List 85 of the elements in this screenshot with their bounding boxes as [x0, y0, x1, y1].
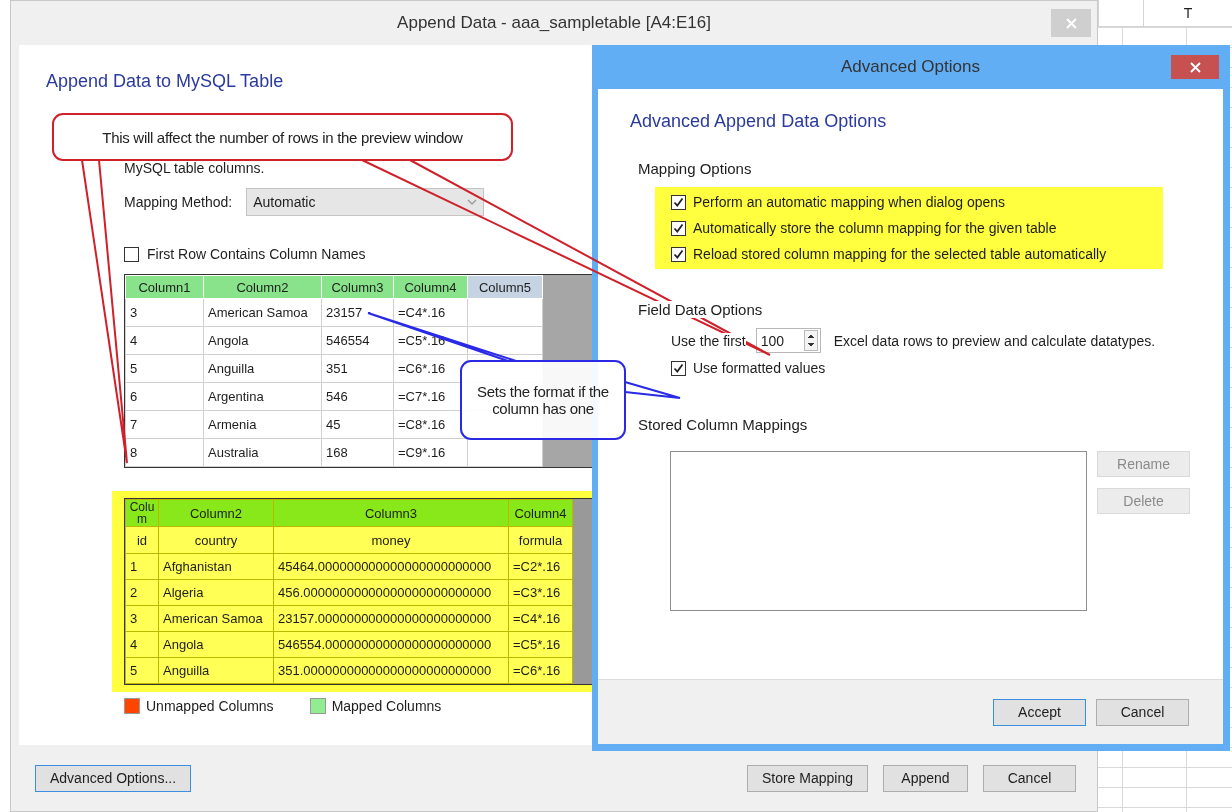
checkbox[interactable]: [671, 194, 686, 210]
table-cell: Angola: [158, 631, 274, 658]
checkbox[interactable]: [671, 360, 686, 376]
checkbox-label: Reload stored column mapping for the selected table automatically: [693, 246, 1107, 262]
spinner-arrows-icon: [803, 330, 818, 351]
column-header: formula: [508, 526, 573, 554]
table-cell: 7: [125, 410, 204, 439]
table-cell: 4: [125, 631, 159, 658]
table-cell: 546554: [321, 326, 394, 355]
number-spinner[interactable]: 100: [755, 328, 821, 353]
checkbox[interactable]: [671, 220, 686, 236]
table-cell: 45: [321, 410, 394, 439]
table-cell: 2: [125, 579, 159, 606]
field-label: Use the first: [671, 332, 746, 349]
table-cell: Afghanistan: [158, 553, 274, 580]
table-cell: Australia: [203, 438, 322, 467]
group-title: Mapping Options: [638, 160, 752, 177]
column-header: country: [158, 526, 274, 554]
callout: Sets the format if the column has one: [460, 360, 626, 440]
table-cell: American Samoa: [203, 298, 322, 327]
callout: This will affect the number of rows in the preview window: [52, 113, 513, 161]
leader-line: [624, 381, 681, 399]
dialog-button[interactable]: Cancel: [983, 764, 1076, 792]
checkbox-label: Automatically store the column mapping for the given table: [693, 220, 1057, 236]
group-title: Field Data Options: [638, 301, 763, 318]
table-cell: 5: [125, 354, 204, 383]
table-cell: 3: [125, 298, 204, 327]
field-label: Excel data rows to preview and calculate datatypes.: [833, 332, 1156, 349]
dialog-button[interactable]: Cancel: [1096, 698, 1189, 726]
table-cell: Algeria: [158, 579, 274, 606]
table-cell: 5: [125, 657, 159, 684]
table-cell: 546: [321, 382, 394, 411]
checkbox[interactable]: [124, 246, 139, 262]
close-icon: [1189, 61, 1201, 73]
table-cell: 168: [321, 438, 394, 467]
table-cell: Anguilla: [203, 354, 322, 383]
table-cell: 456.00000000000000000000000000: [273, 579, 509, 606]
column-header: id: [125, 526, 159, 554]
checkbox[interactable]: [671, 246, 686, 262]
mapping-method-dropdown[interactable]: Automatic: [246, 188, 485, 216]
table-cell: 1: [125, 553, 159, 580]
table-cell: 351: [321, 354, 394, 383]
column-header: Column3: [273, 499, 509, 527]
dialog-heading: Advanced Append Data Options: [630, 111, 888, 132]
table-cell: 6: [125, 382, 204, 411]
dialog-button[interactable]: Accept: [993, 698, 1086, 726]
table-cell: Argentina: [203, 382, 322, 411]
dialog-heading: Append Data to MySQL Table: [46, 71, 285, 92]
column-header: Column2: [203, 275, 322, 299]
table-cell: 23157.000000000000000000000000: [273, 605, 509, 632]
table-cell: 351.00000000000000000000000000: [273, 657, 509, 684]
table-cell: 4: [125, 326, 204, 355]
column-header: money: [273, 526, 509, 554]
column-header: T: [1143, 0, 1232, 26]
column-header: Column2: [158, 499, 274, 527]
column-header: Column4: [508, 499, 573, 527]
checkbox-label: Use formatted values: [693, 360, 826, 376]
advanced-options-button[interactable]: Advanced Options...: [35, 764, 192, 792]
table-cell: 8: [125, 438, 204, 467]
table-cell: =C9*.16: [393, 438, 468, 467]
window-title: Advanced Options: [841, 57, 980, 77]
table-cell: 3: [125, 605, 159, 632]
table-cell: 45464.000000000000000000000000: [273, 553, 509, 580]
group-title: Stored Column Mappings: [638, 416, 808, 433]
table-cell: American Samoa: [158, 605, 274, 632]
window-title: Append Data - aaa_sampletable [A4:E16]: [397, 13, 711, 33]
field-label: Mapping Method:: [124, 194, 233, 210]
column-header: Column3: [321, 275, 394, 299]
description-text: MySQL table columns.: [124, 160, 265, 176]
column-header: Colum: [125, 499, 159, 527]
dialog-button[interactable]: Append: [883, 764, 968, 792]
column-header: Column1: [125, 275, 204, 299]
close-button[interactable]: [1171, 55, 1219, 79]
checkbox-label: Perform an automatic mapping when dialog opens: [693, 194, 1006, 210]
legend-label: Unmapped Columns: [146, 698, 274, 714]
checkbox-label: First Row Contains Column Names: [147, 246, 366, 262]
close-icon: [1065, 17, 1077, 29]
column-header: Column5: [467, 275, 543, 299]
table-cell: Armenia: [203, 410, 322, 439]
table-cell: Anguilla: [158, 657, 274, 684]
table-cell: Angola: [203, 326, 322, 355]
dialog-button[interactable]: Store Mapping: [746, 764, 868, 792]
table-cell: 546554.00000000000000000000000: [273, 631, 509, 658]
column-header: Column4: [393, 275, 468, 299]
legend-label: Mapped Columns: [331, 698, 442, 714]
